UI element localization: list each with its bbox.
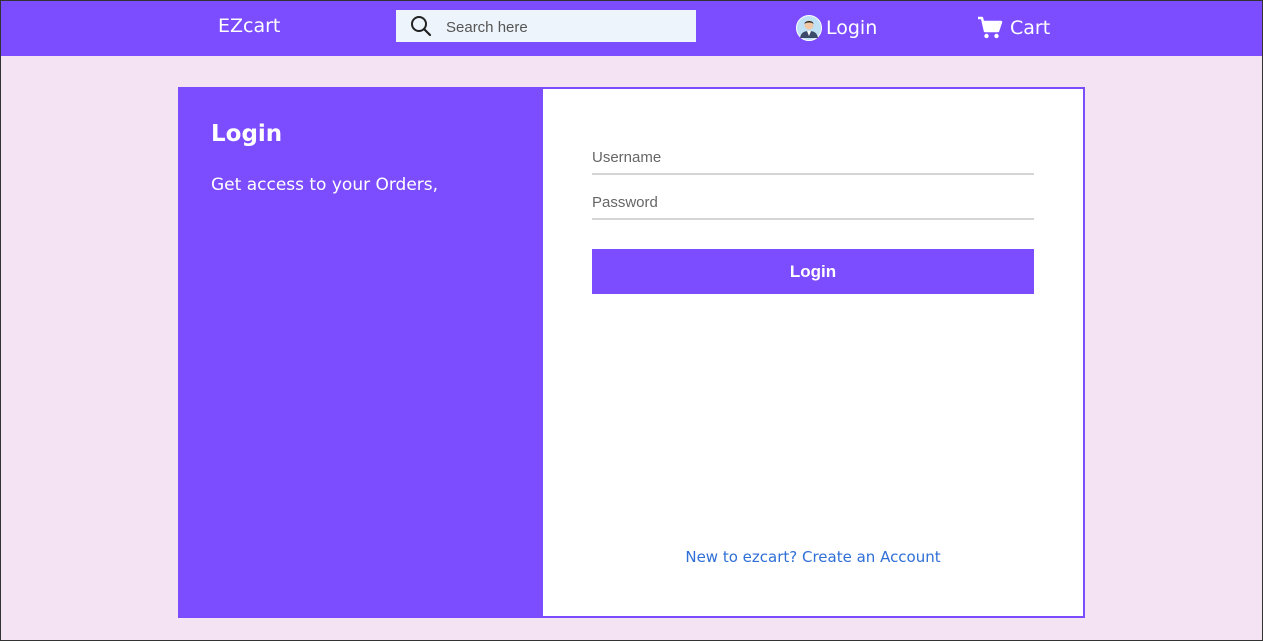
login-panel-title: Login <box>211 121 283 147</box>
login-card: Login Get access to your Orders, Login N… <box>178 87 1085 618</box>
nav-login-label: Login <box>826 17 878 39</box>
search-icon[interactable] <box>410 15 432 37</box>
nav-cart-label: Cart <box>1010 17 1051 39</box>
password-field[interactable] <box>592 188 1034 220</box>
login-info-panel: Login Get access to your Orders, <box>179 87 543 618</box>
nav-cart-link[interactable]: Cart <box>977 13 1050 43</box>
create-account-link[interactable]: New to ezcart? Create an Account <box>592 548 1034 566</box>
cart-icon <box>978 16 1003 39</box>
top-navbar: EZcart Login Cart <box>1 1 1262 56</box>
user-avatar-icon <box>796 15 822 41</box>
username-field[interactable] <box>592 143 1034 175</box>
login-panel-subtitle: Get access to your Orders, <box>211 175 439 195</box>
username-input[interactable] <box>592 143 1034 171</box>
search-input[interactable] <box>444 16 688 38</box>
password-input[interactable] <box>592 188 1034 216</box>
nav-login-link[interactable]: Login <box>796 13 877 43</box>
login-submit-button[interactable]: Login <box>592 249 1034 294</box>
search-bar[interactable] <box>396 10 696 42</box>
brand-logo[interactable]: EZcart <box>218 15 280 37</box>
